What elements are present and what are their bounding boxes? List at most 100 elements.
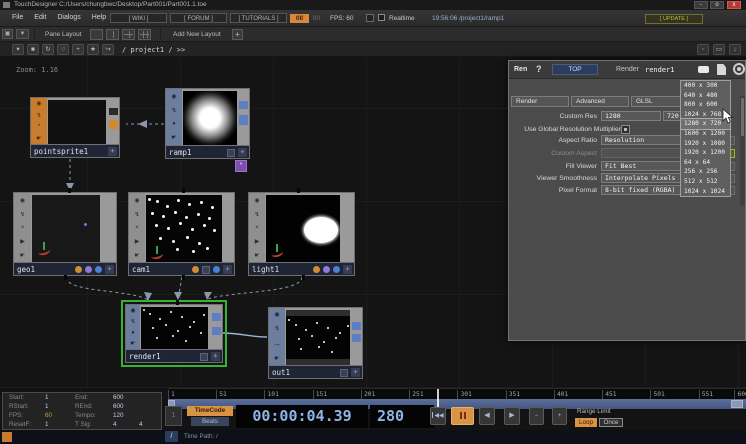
node-flag-button[interactable] (227, 149, 235, 157)
viewer-flag-icon[interactable]: ◉ (20, 197, 25, 204)
menu-item[interactable]: File (12, 14, 23, 21)
back-chevron-icon[interactable]: ▾ (12, 44, 24, 55)
node-flag-button[interactable] (340, 369, 348, 377)
jump-to-start-button[interactable]: ◀◀ (430, 407, 446, 425)
minimize-button[interactable]: - (694, 1, 708, 9)
settings-target-icon[interactable] (733, 63, 745, 75)
render-flag-icon[interactable]: * (38, 124, 40, 130)
maximize-button[interactable]: o (710, 1, 724, 9)
input-connector[interactable] (109, 108, 118, 115)
bypass-flag-icon[interactable]: ↯ (36, 112, 41, 119)
play-reverse-button[interactable]: ◀ (479, 407, 495, 425)
stop-icon[interactable]: ■ (27, 44, 39, 55)
pick-flag-icon[interactable]: ☛ (274, 355, 279, 362)
viewer-flag-dot[interactable] (95, 266, 102, 273)
close-button[interactable]: x (727, 1, 741, 9)
arrow-flag-icon[interactable]: ▶ (255, 238, 260, 245)
step-forward-button[interactable]: + (552, 407, 567, 425)
pick-flag-icon[interactable]: ☛ (130, 340, 135, 347)
pane-option-icon[interactable]: ◦ (697, 44, 709, 55)
resolution-option[interactable]: 256 x 256 (681, 167, 730, 177)
menu-item[interactable]: Edit (34, 14, 46, 21)
node-flag-column[interactable]: ◉ ↯ × ▶ ☛ (129, 193, 145, 262)
node-light1[interactable]: ◉ ↯ × ▶ ☛ light1 + (248, 192, 355, 276)
bypass-flag-icon[interactable]: ↯ (20, 211, 25, 218)
link-button[interactable]: [ WIKI ] (110, 13, 167, 23)
parameter-tab[interactable]: Advanced (571, 96, 629, 107)
parameter-tab[interactable]: Render (511, 96, 569, 107)
node-flag-column[interactable]: ◉ ↯ × ▶ ☛ (14, 193, 31, 262)
resolution-option[interactable]: 512 x 512 (681, 177, 730, 187)
render-flag-dot[interactable] (192, 266, 199, 273)
resolution-option[interactable]: 1920 x 1200 (681, 148, 730, 158)
help-button[interactable]: ? (536, 64, 542, 74)
performance-badge[interactable]: 0II (290, 14, 309, 23)
timeline-options-button[interactable]: 1 (165, 406, 182, 426)
link-button[interactable]: [ TUTORIALS ] (230, 13, 287, 23)
lock-flag-icon[interactable]: ♦ (172, 121, 175, 127)
node-plus-button[interactable]: + (343, 265, 352, 274)
input-connector[interactable] (176, 300, 179, 305)
realtime-checkbox[interactable] (378, 14, 385, 21)
resolution-option[interactable]: 640 x 480 (681, 91, 730, 101)
play-forward-button[interactable]: ▶ (504, 407, 520, 425)
resolution-option[interactable]: 400 x 300 (681, 81, 730, 91)
pick-flag-icon[interactable]: ☛ (36, 135, 41, 142)
pick-flag-icon[interactable]: ☛ (20, 252, 25, 259)
timeline-ruler[interactable]: 151101151201251301351401451501551600 (168, 388, 746, 399)
output-connector[interactable] (352, 334, 361, 342)
parameter-dialog-header[interactable]: Ren ? TOP Render render1 (509, 61, 745, 79)
arrow-flag-icon[interactable]: ▶ (20, 238, 25, 245)
bypass-flag-icon[interactable]: ↯ (254, 211, 259, 218)
node-plus-button[interactable]: + (108, 147, 117, 156)
viewer-flag-icon[interactable]: ◉ (254, 197, 259, 204)
resolution-option[interactable]: 1920 x 1080 (681, 139, 730, 149)
node-pointsprite1[interactable]: ◉ ↯ * ☛ pointsprite1 + (30, 97, 120, 158)
bypass-flag-icon[interactable]: ↯ (134, 211, 139, 218)
pane-maximize-icon[interactable]: ▭ (713, 44, 725, 55)
layout-split-v-button[interactable] (106, 29, 119, 40)
once-button[interactable]: Once (599, 418, 623, 427)
node-flag-column[interactable]: ◉ ↯ → ☛ (269, 308, 285, 365)
output-connector[interactable] (212, 313, 221, 321)
layout-split-h-button[interactable] (122, 29, 135, 40)
input-connector[interactable] (182, 188, 185, 193)
panel-scrollbar[interactable] (740, 96, 745, 206)
input-connector[interactable] (297, 188, 300, 193)
node-plus-button[interactable]: + (211, 352, 220, 361)
add-layout-button[interactable]: + (232, 29, 243, 40)
bypass-flag-icon[interactable]: ↯ (130, 318, 135, 325)
arrow-flag-icon[interactable]: ▶ (135, 238, 140, 245)
node-flag-column[interactable]: ◉ ↯ ♦ ☛ (126, 305, 140, 349)
refresh-icon[interactable]: ↻ (42, 44, 54, 55)
viewer-flag-dot[interactable] (333, 266, 340, 273)
resolution-option[interactable]: 1024 x 1024 (681, 187, 730, 197)
render-flag-dot[interactable] (313, 266, 320, 273)
ramp1-palette-button[interactable]: * (235, 160, 247, 172)
breadcrumb[interactable]: / project1 / >> (122, 46, 185, 54)
display-flag-dot[interactable] (323, 266, 330, 273)
op-type-button[interactable]: TOP (552, 64, 598, 75)
folder-up-icon[interactable]: ↪ (102, 44, 114, 55)
layout-grid-button[interactable] (138, 29, 151, 40)
pick-flag-icon[interactable]: ☛ (134, 252, 139, 259)
delete-flag-icon[interactable]: × (21, 225, 25, 231)
viewer-flag-icon[interactable]: ◉ (130, 307, 135, 314)
output-connector[interactable] (212, 327, 221, 335)
lock-flag-icon[interactable]: ♦ (131, 330, 134, 336)
loop-button[interactable]: Loop (575, 418, 597, 427)
beats-mode-button[interactable]: Beats (191, 417, 229, 426)
pick-flag-icon[interactable]: ☛ (254, 252, 259, 259)
comment-icon[interactable] (698, 66, 709, 73)
output-connector[interactable] (352, 322, 361, 330)
add-icon[interactable]: + (72, 44, 84, 55)
title-bar[interactable]: TouchDesigner C:/Users/chungbwc/Desktop/… (0, 0, 746, 10)
pick-flag-icon[interactable]: ☛ (171, 134, 176, 141)
output-connector[interactable] (64, 275, 67, 280)
pane-icon[interactable]: ▣ (2, 29, 13, 39)
delete-flag-icon[interactable]: × (255, 225, 259, 231)
bypass-flag-icon[interactable]: ↯ (274, 325, 279, 332)
input-connector[interactable] (68, 188, 71, 193)
output-connector[interactable] (239, 115, 248, 125)
node-flag-column[interactable]: ◉ ↯ × ▶ ☛ (249, 193, 265, 262)
